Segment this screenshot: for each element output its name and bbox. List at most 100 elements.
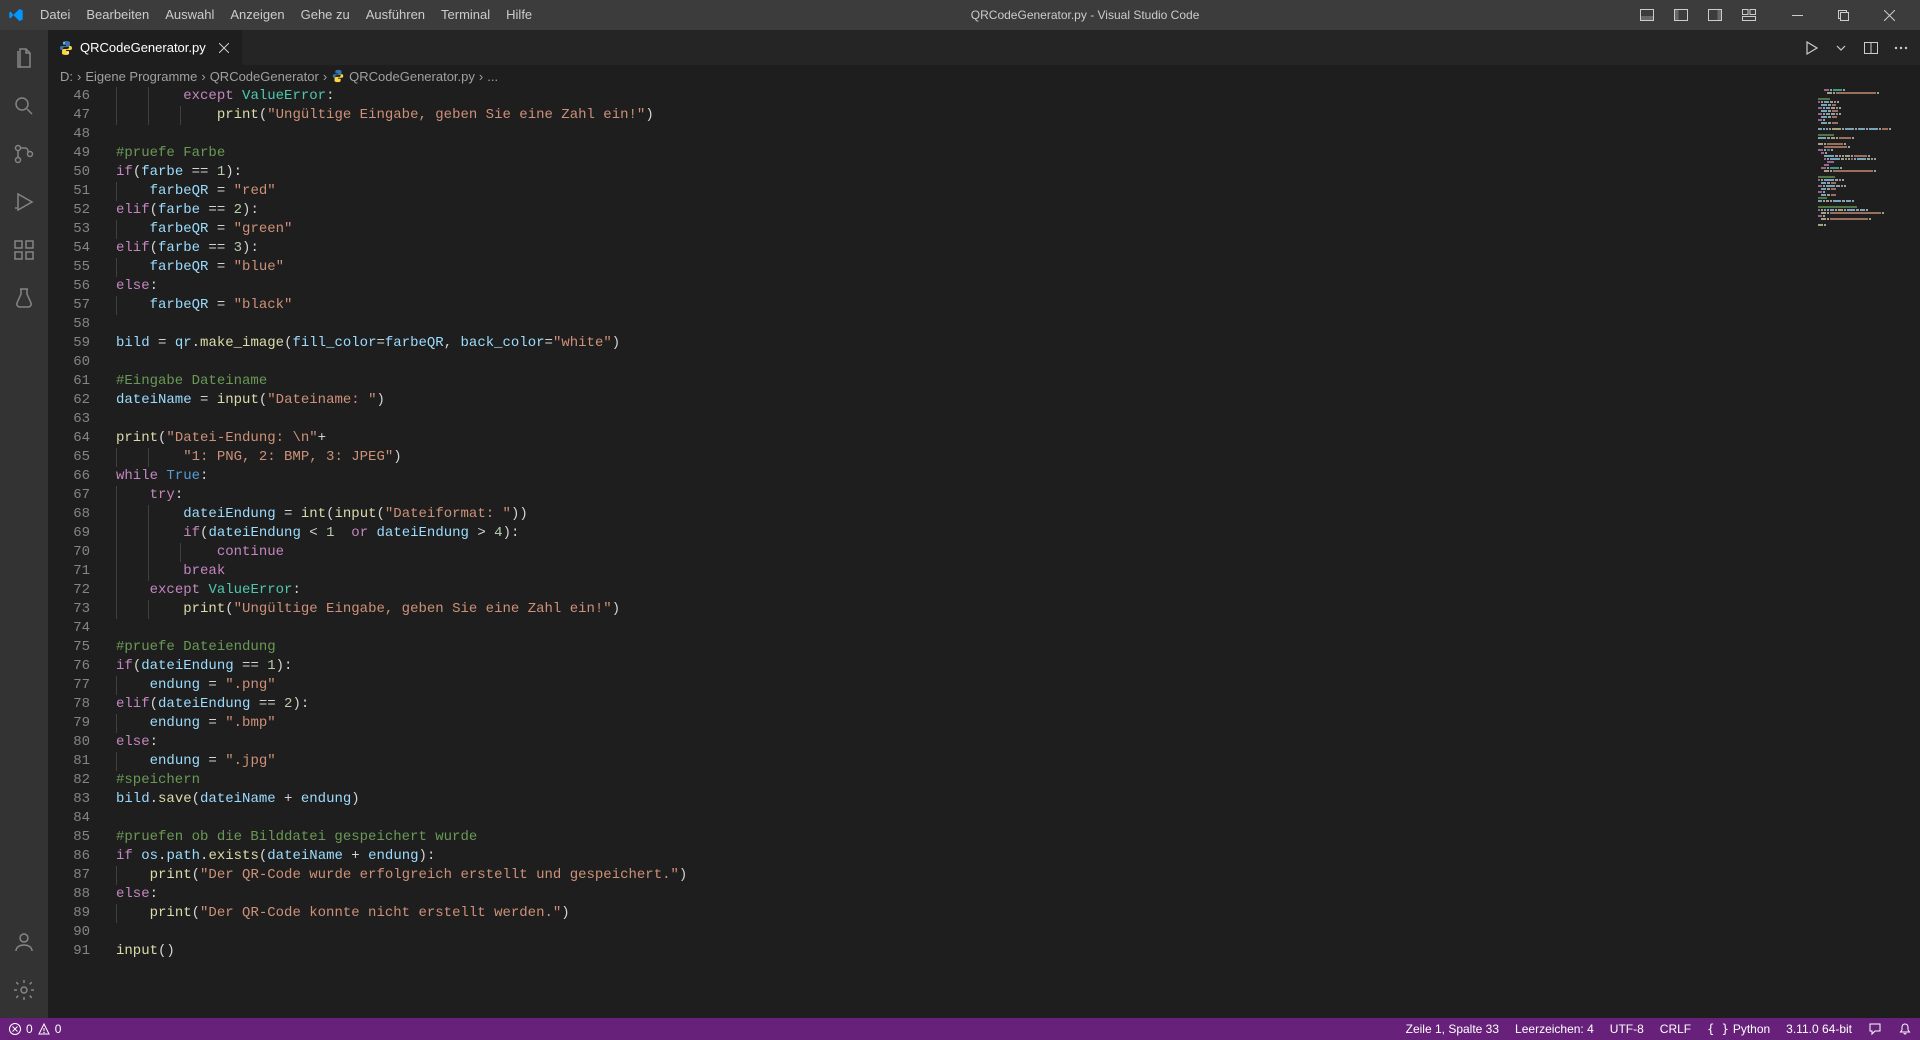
breadcrumb-item[interactable]: Eigene Programme [85,69,197,84]
toggle-sidebar-left-icon[interactable] [1664,0,1698,30]
code-line[interactable]: elif(farbe == 3): [116,239,1810,258]
toggle-sidebar-right-icon[interactable] [1698,0,1732,30]
line-number[interactable]: 47 [48,106,90,125]
line-number[interactable]: 52 [48,201,90,220]
line-number[interactable]: 61 [48,372,90,391]
line-number[interactable]: 78 [48,695,90,714]
code-line[interactable]: if os.path.exists(dateiName + endung): [116,847,1810,866]
line-number[interactable]: 63 [48,410,90,429]
line-number[interactable]: 48 [48,125,90,144]
code-line[interactable]: #pruefe Farbe [116,144,1810,163]
line-number[interactable]: 60 [48,353,90,372]
code-line[interactable]: endung = ".bmp" [116,714,1810,733]
status-problems[interactable]: 0 0 [0,1018,69,1040]
line-number[interactable]: 58 [48,315,90,334]
menu-ausfuehren[interactable]: Ausführen [358,0,433,30]
split-editor-icon[interactable] [1860,37,1882,59]
code-line[interactable]: print("Der QR-Code wurde erfolgreich ers… [116,866,1810,885]
code-line[interactable]: endung = ".jpg" [116,752,1810,771]
code-line[interactable] [116,353,1810,372]
breadcrumb-item[interactable]: QRCodeGenerator [210,69,319,84]
activity-settings-icon[interactable] [0,966,48,1014]
code-line[interactable]: except ValueError: [116,581,1810,600]
code-line[interactable]: #pruefen ob die Bilddatei gespeichert wu… [116,828,1810,847]
code-line[interactable] [116,315,1810,334]
line-number[interactable]: 86 [48,847,90,866]
menu-terminal[interactable]: Terminal [433,0,498,30]
code-line[interactable]: bild.save(dateiName + endung) [116,790,1810,809]
status-eol[interactable]: CRLF [1652,1018,1699,1040]
minimap[interactable] [1810,87,1920,1018]
code-line[interactable]: while True: [116,467,1810,486]
code-line[interactable]: if(dateiEndung == 1): [116,657,1810,676]
status-python-version[interactable]: 3.11.0 64-bit [1778,1018,1860,1040]
line-number[interactable]: 54 [48,239,90,258]
line-number[interactable]: 57 [48,296,90,315]
code-line[interactable]: farbeQR = "black" [116,296,1810,315]
menu-datei[interactable]: Datei [32,0,78,30]
code-line[interactable]: else: [116,277,1810,296]
code-line[interactable]: elif(dateiEndung == 2): [116,695,1810,714]
line-number[interactable]: 68 [48,505,90,524]
line-number-gutter[interactable]: 4647484950515253545556575859606162636465… [48,87,108,1018]
line-number[interactable]: 90 [48,923,90,942]
tab-qrcodegenerator[interactable]: QRCodeGenerator.py [48,30,243,65]
code-line[interactable]: continue [116,543,1810,562]
line-number[interactable]: 50 [48,163,90,182]
line-number[interactable]: 91 [48,942,90,961]
line-number[interactable]: 62 [48,391,90,410]
line-number[interactable]: 82 [48,771,90,790]
code-line[interactable]: print("Ungültige Eingabe, geben Sie eine… [116,600,1810,619]
status-notifications-icon[interactable] [1890,1018,1920,1040]
activity-source-control-icon[interactable] [0,130,48,178]
activity-extensions-icon[interactable] [0,226,48,274]
line-number[interactable]: 46 [48,87,90,106]
menu-hilfe[interactable]: Hilfe [498,0,540,30]
line-number[interactable]: 73 [48,600,90,619]
code-line[interactable]: if(farbe == 1): [116,163,1810,182]
more-actions-icon[interactable] [1890,37,1912,59]
status-language-mode[interactable]: { } Python [1699,1018,1778,1040]
code-line[interactable]: #pruefe Dateiendung [116,638,1810,657]
code-line[interactable]: if(dateiEndung < 1 or dateiEndung > 4): [116,524,1810,543]
code-line[interactable]: except ValueError: [116,87,1810,106]
line-number[interactable]: 76 [48,657,90,676]
code-line[interactable]: #speichern [116,771,1810,790]
line-number[interactable]: 64 [48,429,90,448]
code-line[interactable]: break [116,562,1810,581]
activity-accounts-icon[interactable] [0,918,48,966]
window-maximize-button[interactable] [1820,0,1866,30]
window-minimize-button[interactable] [1774,0,1820,30]
breadcrumbs[interactable]: D: › Eigene Programme › QRCodeGenerator … [48,65,1920,87]
activity-explorer-icon[interactable] [0,34,48,82]
line-number[interactable]: 89 [48,904,90,923]
code-line[interactable] [116,809,1810,828]
line-number[interactable]: 83 [48,790,90,809]
line-number[interactable]: 85 [48,828,90,847]
code-line[interactable] [116,410,1810,429]
code-line[interactable] [116,923,1810,942]
line-number[interactable]: 67 [48,486,90,505]
code-line[interactable] [116,619,1810,638]
code-line[interactable]: #Eingabe Dateiname [116,372,1810,391]
activity-testing-icon[interactable] [0,274,48,322]
breadcrumb-item[interactable]: QRCodeGenerator.py [349,69,475,84]
code-line[interactable]: input() [116,942,1810,961]
status-cursor-position[interactable]: Zeile 1, Spalte 33 [1398,1018,1507,1040]
code-line[interactable]: endung = ".png" [116,676,1810,695]
breadcrumb-item[interactable]: D: [60,69,73,84]
code-line[interactable] [116,125,1810,144]
menu-bearbeiten[interactable]: Bearbeiten [78,0,157,30]
line-number[interactable]: 59 [48,334,90,353]
line-number[interactable]: 77 [48,676,90,695]
code-line[interactable]: else: [116,733,1810,752]
status-encoding[interactable]: UTF-8 [1602,1018,1652,1040]
code-line[interactable]: print("Der QR-Code konnte nicht erstellt… [116,904,1810,923]
window-close-button[interactable] [1866,0,1912,30]
activity-search-icon[interactable] [0,82,48,130]
menu-gehe-zu[interactable]: Gehe zu [293,0,358,30]
line-number[interactable]: 56 [48,277,90,296]
code-line[interactable]: farbeQR = "green" [116,220,1810,239]
code-line[interactable]: else: [116,885,1810,904]
line-number[interactable]: 70 [48,543,90,562]
